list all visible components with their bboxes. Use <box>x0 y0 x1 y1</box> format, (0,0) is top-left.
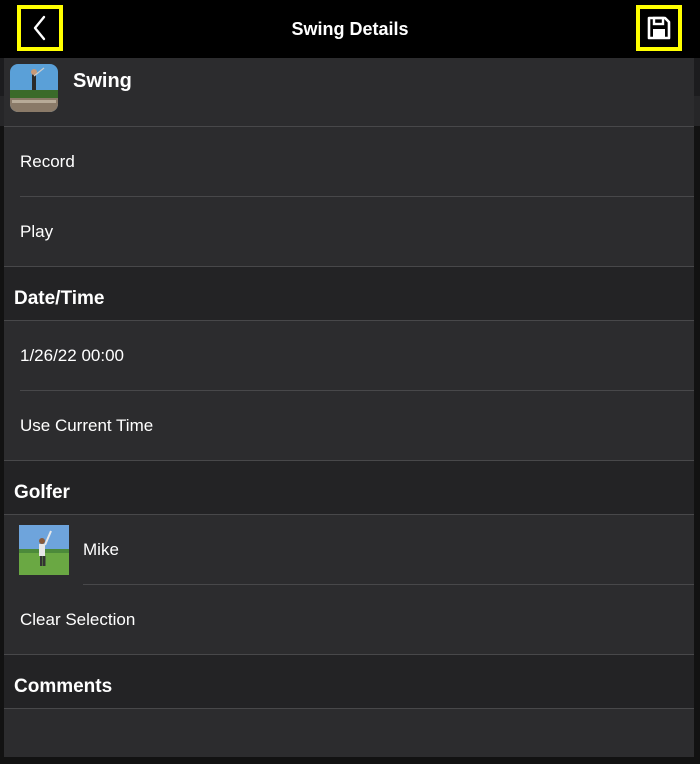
comments-section-header: Comments <box>4 655 694 709</box>
use-current-time-label: Use Current Time <box>20 416 154 435</box>
navigation-bar: Swing Details <box>0 0 700 58</box>
group-divider <box>4 654 694 655</box>
group-divider <box>4 320 694 321</box>
swing-header: Swing <box>4 58 694 126</box>
play-label: Play <box>20 222 54 241</box>
golfer-avatar <box>19 525 69 575</box>
group-divider <box>4 708 694 709</box>
group-divider <box>4 460 694 461</box>
comments-field[interactable] <box>4 709 694 757</box>
clear-selection-label: Clear Selection <box>20 610 136 629</box>
group-divider <box>4 126 694 127</box>
section-title: Golfer <box>14 482 70 503</box>
golfer-photo <box>19 525 69 575</box>
date-time-section-header: Date/Time <box>4 267 694 321</box>
group-divider <box>4 514 694 515</box>
date-time-value: 1/26/22 00:00 <box>20 346 124 365</box>
save-button[interactable] <box>636 5 682 51</box>
golfer-section-header: Golfer <box>4 461 694 515</box>
record-label: Record <box>20 152 75 171</box>
group-divider <box>4 266 694 267</box>
page-title: Swing Details <box>291 19 409 39</box>
swing-thumbnail[interactable] <box>10 64 58 112</box>
section-title: Comments <box>14 676 113 697</box>
date-time-value-row[interactable]: 1/26/22 00:00 <box>4 321 694 391</box>
swing-title: Swing <box>73 70 132 92</box>
clear-selection-row[interactable]: Clear Selection <box>4 585 694 655</box>
driving-range-image <box>10 64 58 112</box>
golfer-name: Mike <box>83 540 119 559</box>
record-row[interactable]: Record <box>4 127 694 197</box>
floppy-disk-icon <box>647 16 671 40</box>
play-row[interactable]: Play <box>4 197 694 267</box>
use-current-time-row[interactable]: Use Current Time <box>4 391 694 461</box>
golfer-row[interactable]: Mike <box>4 515 694 585</box>
save-button-frame[interactable] <box>640 9 678 47</box>
section-title: Date/Time <box>14 288 105 309</box>
